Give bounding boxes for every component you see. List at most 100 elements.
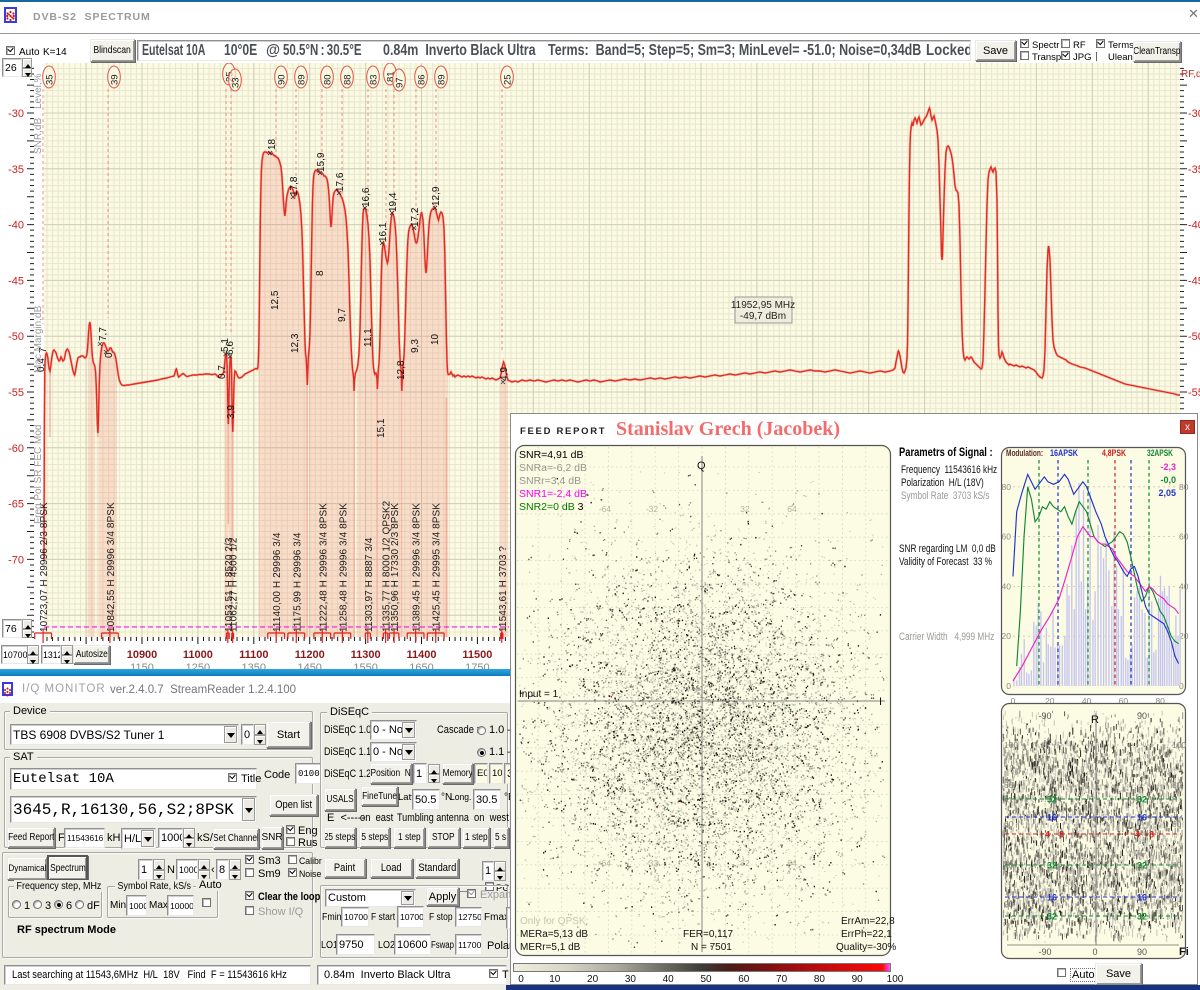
svg-text:12,8: 12,8 [396, 360, 407, 380]
svg-text:-40: -40 [1188, 220, 1200, 232]
svg-text:10900: 10900 [127, 649, 158, 661]
svg-text:11300: 11300 [351, 649, 381, 661]
svg-text:16: 16 [1047, 893, 1057, 903]
svg-text:11100: 11100 [239, 649, 268, 661]
svg-text:11,1: 11,1 [363, 328, 374, 347]
svg-text:-64: -64 [599, 504, 612, 514]
svg-text:-0,0: -0,0 [1160, 475, 1176, 485]
svg-text:-55: -55 [8, 387, 24, 399]
svg-text:19,4: 19,4 [388, 192, 399, 212]
svg-text:11303,97 H 8887 3/4: 11303,97 H 8887 3/4 [364, 537, 375, 632]
svg-text:39: 39 [110, 74, 121, 85]
svg-text:4: 4 [1135, 830, 1140, 840]
svg-text:10842,55 H 29996 3/4 8PSK: 10842,55 H 29996 3/4 8PSK [106, 502, 117, 632]
svg-text:FER=0,117: FER=0,117 [683, 929, 734, 940]
svg-text:9,3: 9,3 [410, 339, 421, 353]
svg-text:35: 35 [45, 74, 56, 85]
svg-text:MERr=5,1 dB: MERr=5,1 dB [520, 942, 581, 953]
svg-text:11500: 11500 [462, 649, 492, 661]
svg-text:Fi: Fi [1179, 946, 1189, 958]
svg-text:4,8PSK: 4,8PSK [1102, 448, 1126, 459]
svg-text:11258,48 H 29996 3/4 8PSK: 11258,48 H 29996 3/4 8PSK [338, 503, 349, 632]
svg-text:R: R [1091, 714, 1099, 726]
svg-text:11350,96 H 17330 2/3 8PSK: 11350,96 H 17330 2/3 8PSK [390, 503, 401, 632]
svg-text:Only for QPSK:: Only for QPSK: [520, 916, 588, 927]
svg-text:32: 32 [1137, 912, 1147, 922]
svg-text:16: 16 [1047, 813, 1057, 823]
svg-text:-35: -35 [1188, 164, 1200, 176]
svg-text:32: 32 [740, 504, 750, 514]
svg-text:-60: -60 [8, 443, 24, 455]
svg-text:I: I [879, 696, 882, 708]
svg-text:-90: -90 [1038, 947, 1051, 957]
svg-text:7,7: 7,7 [98, 327, 109, 341]
svg-text:100: 100 [1172, 740, 1186, 750]
svg-text:80: 80 [1172, 780, 1182, 790]
svg-text:16APSK: 16APSK [1050, 448, 1078, 459]
svg-text:Mac Margin,dB: Mac Margin,dB [33, 305, 44, 373]
svg-text:86: 86 [417, 74, 428, 85]
svg-text:SNR,dB: SNR,dB [33, 118, 44, 154]
svg-text:11140,00 H 29996 3/4: 11140,00 H 29996 3/4 [272, 532, 283, 632]
svg-text:60: 60 [1004, 819, 1014, 829]
svg-text:12,5: 12,5 [270, 290, 281, 310]
svg-text:-64: -64 [599, 858, 612, 868]
svg-text:11175,99 H 29996 3/4: 11175,99 H 29996 3/4 [292, 532, 303, 632]
svg-text:80: 80 [1002, 482, 1012, 492]
svg-text:60: 60 [1179, 532, 1189, 542]
svg-text:SNR1=-2,4 dB: SNR1=-2,4 dB [519, 488, 587, 500]
svg-text:11389,45 H 29996 3/4 8PSK: 11389,45 H 29996 3/4 8PSK [412, 503, 423, 632]
svg-text:-30: -30 [8, 108, 24, 120]
svg-text:16: 16 [1137, 813, 1147, 823]
svg-text:0: 0 [1092, 947, 1097, 957]
svg-text:18: 18 [267, 138, 278, 150]
svg-text:20: 20 [1172, 899, 1182, 909]
svg-text:4: 4 [1045, 830, 1050, 840]
svg-text:Quality=-30%: Quality=-30% [836, 942, 896, 953]
svg-text:-30: -30 [1188, 108, 1200, 120]
svg-text:25: 25 [503, 74, 514, 85]
svg-text:17,8: 17,8 [289, 176, 300, 196]
svg-text:11222,48 H 29996 3/4 8PSK: 11222,48 H 29996 3/4 8PSK [318, 503, 329, 632]
svg-text:0: 0 [1006, 681, 1011, 691]
svg-text:SNRa=-6,2 dB: SNRa=-6,2 dB [519, 462, 587, 474]
svg-text:40: 40 [1002, 581, 1012, 591]
svg-text:-50: -50 [1188, 331, 1200, 343]
svg-text:4,9: 4,9 [499, 367, 510, 381]
svg-text:89: 89 [297, 74, 308, 85]
svg-text:-45: -45 [8, 275, 24, 287]
svg-text:32: 32 [1047, 912, 1057, 922]
svg-text:11000: 11000 [183, 649, 213, 661]
svg-text:32: 32 [1137, 861, 1147, 871]
svg-text:3,9: 3,9 [226, 405, 237, 419]
svg-text:N = 7501: N = 7501 [691, 942, 732, 953]
svg-text:SNR2=0 dB 3: SNR2=0 dB 3 [519, 501, 584, 513]
svg-text:32APSK: 32APSK [1147, 448, 1173, 459]
svg-text:Freq Pol SR FEC Mod: Freq Pol SR FEC Mod [33, 425, 44, 524]
svg-text:-40: -40 [8, 220, 24, 232]
svg-text:15,9: 15,9 [316, 152, 327, 172]
svg-text:32: 32 [1047, 861, 1057, 871]
svg-text:80: 80 [1004, 780, 1014, 790]
svg-text:-90: -90 [1038, 711, 1051, 721]
svg-text:80: 80 [323, 74, 334, 85]
svg-text:11062,27 H 4500 1/2: 11062,27 H 4500 1/2 [229, 537, 240, 632]
svg-text:100: 100 [1004, 740, 1018, 750]
svg-text:16,1: 16,1 [378, 222, 389, 242]
svg-text:-2,3: -2,3 [1160, 462, 1176, 472]
svg-text:-49,7 dBm: -49,7 dBm [740, 311, 786, 322]
svg-text:60: 60 [1172, 819, 1182, 829]
svg-text:10: 10 [430, 333, 441, 345]
svg-text:11425,45 H 29995 3/4 8PSK: 11425,45 H 29995 3/4 8PSK [432, 503, 443, 632]
svg-text:Input = 1: Input = 1 [519, 689, 559, 700]
svg-text:11400: 11400 [407, 649, 437, 661]
svg-text:ErrPh=22,1: ErrPh=22,1 [841, 929, 892, 940]
svg-text:-50: -50 [8, 331, 24, 343]
svg-text:-35: -35 [8, 164, 24, 176]
svg-text:80: 80 [1179, 482, 1189, 492]
svg-text:8: 8 [1149, 830, 1154, 840]
svg-text:11200: 11200 [295, 649, 325, 661]
svg-text:90: 90 [1137, 711, 1147, 721]
svg-text:17,6: 17,6 [335, 172, 346, 192]
svg-text:15,1: 15,1 [376, 418, 387, 438]
